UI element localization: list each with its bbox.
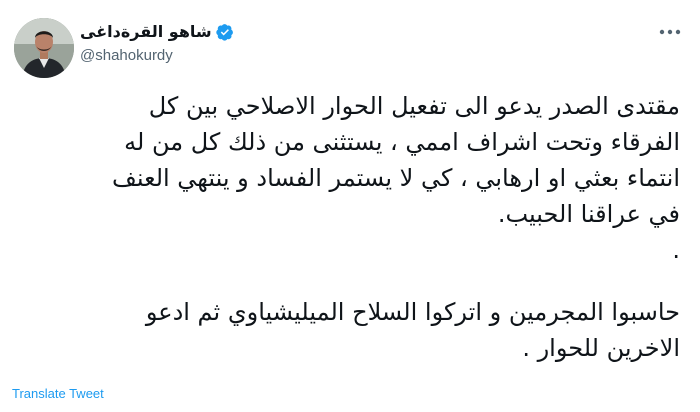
more-options-button[interactable] <box>658 22 682 42</box>
person-avatar-icon <box>14 18 74 78</box>
tweet-line: انتماء بعثي او ارهابي ، كي لا يستمر الفس… <box>112 164 680 192</box>
tweet-line: . <box>672 236 680 264</box>
tweet-line: حاسبوا المجرمين و اتركوا السلاح الميليشي… <box>145 298 680 326</box>
tweet-paragraph-1: مقتدى الصدر يدعو الى تفعيل الحوار الاصلا… <box>14 88 680 268</box>
translate-tweet-link[interactable]: Translate Tweet <box>12 386 104 401</box>
tweet-line: في عراقنا الحبيب. <box>497 200 680 228</box>
author-display-name[interactable]: شاهو القرةداغى <box>80 22 212 41</box>
tweet-text: مقتدى الصدر يدعو الى تفعيل الحوار الاصلا… <box>14 88 680 366</box>
author-name-row: شاهو القرةداغى <box>80 22 234 41</box>
tweet-card: شاهو القرةداغى @shahokurdy مقتدى الصدر ي… <box>0 0 700 412</box>
tweet-paragraph-2: حاسبوا المجرمين و اتركوا السلاح الميليشي… <box>14 294 680 366</box>
author-handle[interactable]: @shahokurdy <box>80 47 234 64</box>
tweet-line: الفرقاء وتحت اشراف اممي ، يستثنى من ذلك … <box>124 128 680 156</box>
author-info: شاهو القرةداغى @shahokurdy <box>80 22 234 64</box>
verified-badge-icon <box>215 23 233 41</box>
more-dots-icon <box>659 29 681 35</box>
author-avatar[interactable] <box>14 18 74 78</box>
tweet-line: مقتدى الصدر يدعو الى تفعيل الحوار الاصلا… <box>148 92 680 120</box>
tweet-line: الاخرين للحوار . <box>522 334 680 362</box>
